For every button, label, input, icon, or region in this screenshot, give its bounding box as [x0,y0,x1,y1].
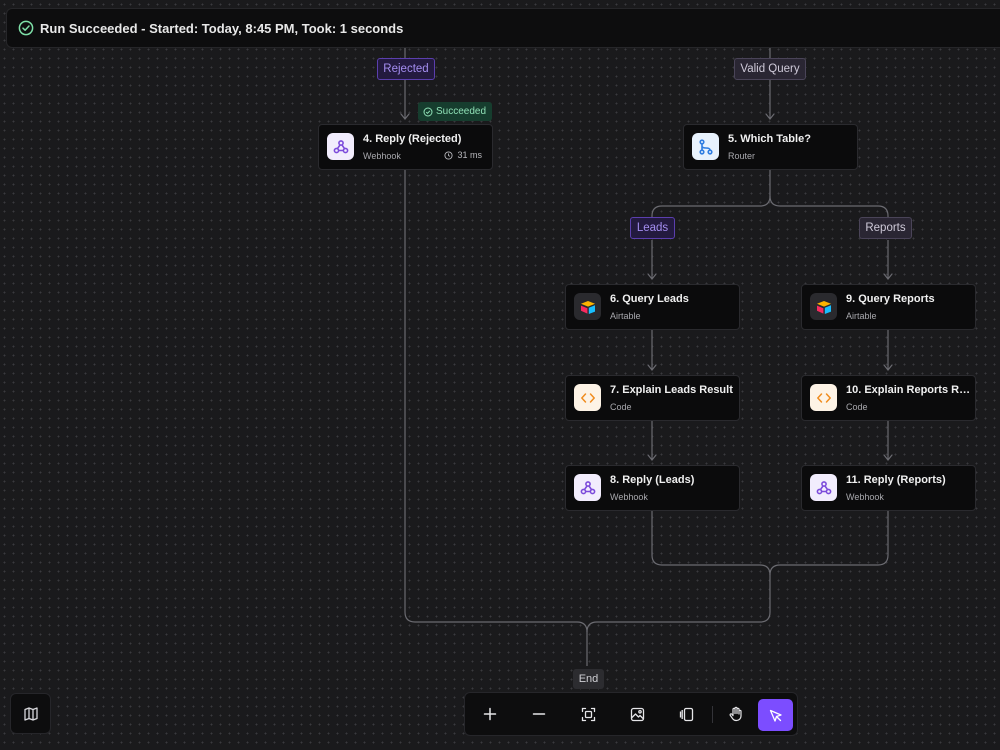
node-reply-leads[interactable]: 8. Reply (Leads) Webhook [565,465,740,511]
node-title: 10. Explain Reports Re... [846,384,974,396]
node-title: 9. Query Reports [846,293,935,305]
node-type: Webhook [363,151,401,161]
node-reply-rejected[interactable]: 4. Reply (Rejected) Webhook 31 ms [318,124,493,170]
webhook-icon [574,474,601,501]
branch-label-rejected: Rejected [377,58,435,80]
export-image-icon [630,707,644,721]
node-duration: 31 ms [444,150,482,160]
zoom-in-icon [483,707,497,721]
node-title: 6. Query Leads [610,293,689,305]
export-image-button[interactable] [622,699,652,729]
node-title: 8. Reply (Leads) [610,474,695,486]
router-icon [692,133,719,160]
branch-label-reports: Reports [859,217,912,239]
node-query-reports[interactable]: 9. Query Reports Airtable [801,284,976,330]
node-type: Router [728,151,756,161]
airtable-icon [574,293,601,320]
layout-icon [679,707,693,721]
minimap-button[interactable] [10,693,51,734]
node-duration-value: 31 ms [457,150,482,160]
layout-button[interactable] [671,699,701,729]
check-circle-icon [423,107,433,116]
node-explain-reports[interactable]: 10. Explain Reports Re... Code [801,375,976,421]
node-which-table[interactable]: 5. Which Table? Router [683,124,858,170]
hand-pan-icon [729,706,742,722]
step-succeeded-badge: Succeeded [418,102,492,121]
webhook-icon [810,474,837,501]
succeeded-badge-label: Succeeded [436,106,487,117]
end-node: End [573,669,604,689]
zoom-in-button[interactable] [475,699,505,729]
webhook-icon [327,133,354,160]
zoom-out-icon [532,713,546,715]
branch-label-valid-query: Valid Query [734,58,806,80]
node-title: 4. Reply (Rejected) [363,133,462,145]
node-explain-leads[interactable]: 7. Explain Leads Result Code [565,375,740,421]
canvas-toolbar [464,692,798,736]
node-reply-reports[interactable]: 11. Reply (Reports) Webhook [801,465,976,511]
hand-pan-button[interactable] [721,699,751,729]
code-icon [574,384,601,411]
branch-label-leads: Leads [630,217,675,239]
node-type: Airtable [610,311,641,321]
code-icon [810,384,837,411]
map-icon [23,706,38,721]
node-type: Airtable [846,311,877,321]
node-query-leads[interactable]: 6. Query Leads Airtable [565,284,740,330]
node-title: 11. Reply (Reports) [846,474,946,486]
node-title: 7. Explain Leads Result [610,384,733,396]
node-title: 5. Which Table? [728,133,811,145]
select-pointer-button[interactable] [758,699,793,731]
toolbar-divider [712,706,713,723]
zoom-out-button[interactable] [524,699,554,729]
node-type: Webhook [846,492,884,502]
fit-view-icon [581,707,595,721]
clock-icon [444,150,454,160]
airtable-icon [810,293,837,320]
fit-view-button[interactable] [573,699,603,729]
node-type: Code [610,402,632,412]
node-type: Code [846,402,868,412]
node-type: Webhook [610,492,648,502]
select-pointer-icon [769,709,782,722]
